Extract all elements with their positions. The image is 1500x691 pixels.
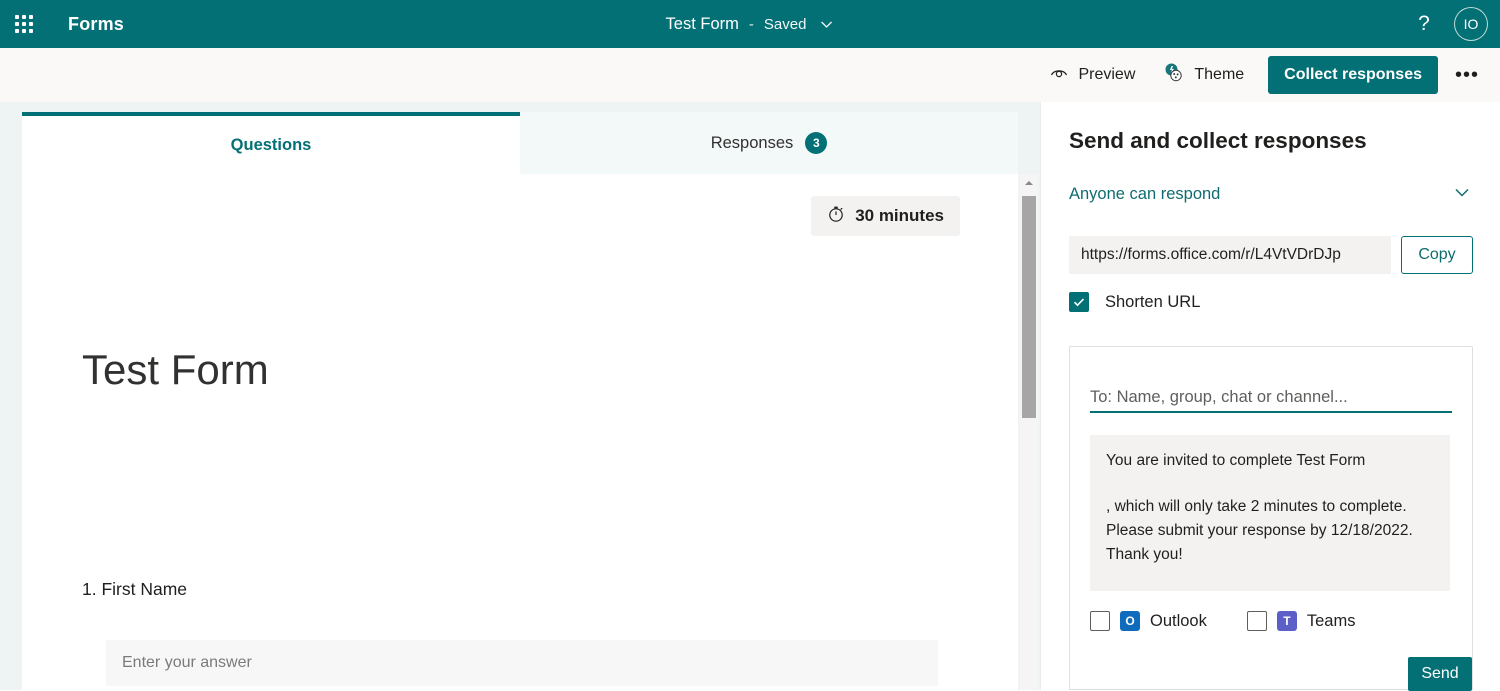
top-app-bar: Forms Test Form - Saved ? IO xyxy=(0,0,1500,48)
tab-responses-label: Responses xyxy=(710,133,794,152)
send-invite-button[interactable]: Send xyxy=(1408,657,1472,691)
app-name[interactable]: Forms xyxy=(68,14,124,35)
collect-responses-button[interactable]: Collect responses xyxy=(1268,56,1438,94)
scroll-up-arrow-icon[interactable] xyxy=(1020,174,1038,192)
main-content-area: Questions Responses 3 30 minutes Test Fo… xyxy=(0,102,1040,690)
form-title[interactable]: Test Form xyxy=(82,346,269,394)
avatar[interactable]: IO xyxy=(1454,7,1488,41)
question-1-number: 1. xyxy=(82,579,97,599)
outlook-icon: O xyxy=(1120,611,1140,631)
teams-label: Teams xyxy=(1306,611,1356,630)
audience-selector[interactable]: Anyone can respond xyxy=(1069,178,1473,210)
form-duration-label: 30 minutes xyxy=(855,206,944,225)
invite-card: To: Name, group, chat or channel... You … xyxy=(1069,346,1473,691)
more-options-icon[interactable]: ••• xyxy=(1448,56,1486,94)
invite-message-line-1: You are invited to complete Test Form xyxy=(1106,452,1366,469)
save-status: Saved xyxy=(763,15,807,33)
paint-theme-icon xyxy=(1163,62,1185,89)
teams-icon: T xyxy=(1276,611,1297,631)
channel-option-outlook[interactable]: O Outlook xyxy=(1090,611,1207,631)
audience-label: Anyone can respond xyxy=(1069,184,1221,203)
tab-questions[interactable]: Questions xyxy=(22,112,520,174)
form-canvas: 30 minutes Test Form 1. First Name Enter… xyxy=(22,174,1018,690)
question-1-label[interactable]: 1. First Name xyxy=(82,579,187,600)
eye-preview-icon xyxy=(1049,63,1069,88)
tab-responses[interactable]: Responses 3 xyxy=(520,112,1018,174)
topbar-right-group: ? IO xyxy=(1408,0,1500,48)
tab-questions-label: Questions xyxy=(230,135,312,154)
document-title-area: Test Form - Saved xyxy=(666,0,835,48)
chevron-down-icon[interactable] xyxy=(818,16,834,32)
shorten-url-row[interactable]: Shorten URL xyxy=(1069,292,1200,312)
timer-icon xyxy=(827,205,845,228)
teams-checkbox[interactable] xyxy=(1246,611,1267,631)
question-1-answer-input[interactable]: Enter your answer xyxy=(106,640,938,686)
send-collect-panel: Send and collect responses Anyone can re… xyxy=(1040,102,1500,691)
panel-title: Send and collect responses xyxy=(1069,128,1367,153)
share-link-row: https://forms.office.com/r/L4VtVDrDJp Co… xyxy=(1069,236,1473,274)
channel-option-teams[interactable]: T Teams xyxy=(1246,611,1356,631)
outlook-label: Outlook xyxy=(1150,611,1207,630)
shorten-url-checkbox[interactable] xyxy=(1069,292,1089,312)
question-1-text: First Name xyxy=(101,579,188,599)
invite-channel-options: O Outlook T Teams xyxy=(1090,611,1395,631)
preview-button[interactable]: Preview xyxy=(1037,55,1147,95)
copy-link-button[interactable]: Copy xyxy=(1401,236,1473,274)
app-launcher-waffle-icon[interactable] xyxy=(0,0,48,48)
chevron-down-icon[interactable] xyxy=(1451,181,1473,208)
invite-message-textarea[interactable]: You are invited to complete Test Form , … xyxy=(1090,435,1450,591)
outlook-checkbox[interactable] xyxy=(1090,611,1110,631)
responses-count-badge: 3 xyxy=(805,132,828,154)
preview-label: Preview xyxy=(1078,66,1136,83)
invite-message-line-2: , which will only take 2 minutes to comp… xyxy=(1106,498,1413,564)
form-duration-pill[interactable]: 30 minutes xyxy=(811,196,960,236)
help-icon[interactable]: ? xyxy=(1408,8,1440,40)
document-title[interactable]: Test Form xyxy=(666,15,739,34)
invite-recipients-input[interactable]: To: Name, group, chat or channel... xyxy=(1090,375,1452,413)
form-canvas-scrollbar[interactable] xyxy=(1020,174,1038,690)
command-bar: Preview Theme Collect responses ••• xyxy=(0,48,1500,102)
title-separator: - xyxy=(748,15,754,33)
shorten-url-label: Shorten URL xyxy=(1105,292,1201,311)
tab-strip: Questions Responses 3 xyxy=(22,112,1018,174)
theme-button[interactable]: Theme xyxy=(1151,55,1256,95)
waffle-grid xyxy=(15,15,33,33)
scrollbar-thumb[interactable] xyxy=(1022,196,1036,418)
share-link-input[interactable]: https://forms.office.com/r/L4VtVDrDJp xyxy=(1069,236,1391,274)
theme-label: Theme xyxy=(1194,66,1245,83)
